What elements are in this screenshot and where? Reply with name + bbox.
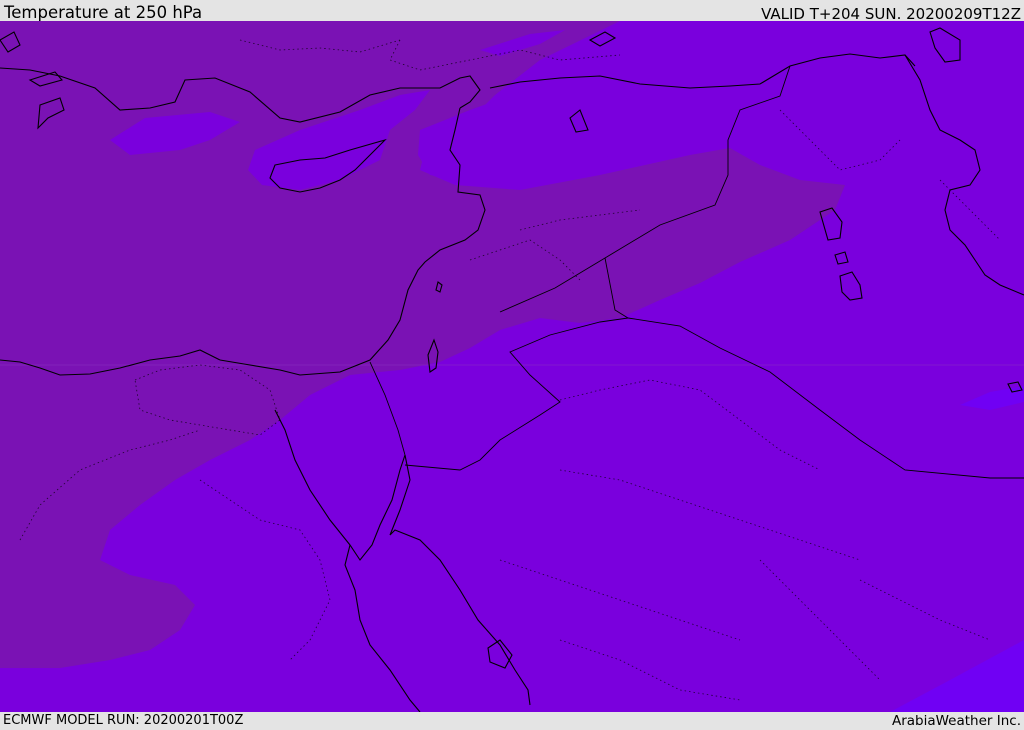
map-title: Temperature at 250 hPa (4, 3, 203, 22)
model-run-label: ECMWF MODEL RUN: 20200201T00Z (3, 713, 244, 728)
temperature-map (0, 21, 1024, 712)
footer-bar: ECMWF MODEL RUN: 20200201T00Z ArabiaWeat… (0, 712, 1024, 729)
credit-label: ArabiaWeather Inc. (891, 713, 1021, 729)
header-bar: Temperature at 250 hPa VALID T+204 SUN. … (0, 0, 1024, 23)
